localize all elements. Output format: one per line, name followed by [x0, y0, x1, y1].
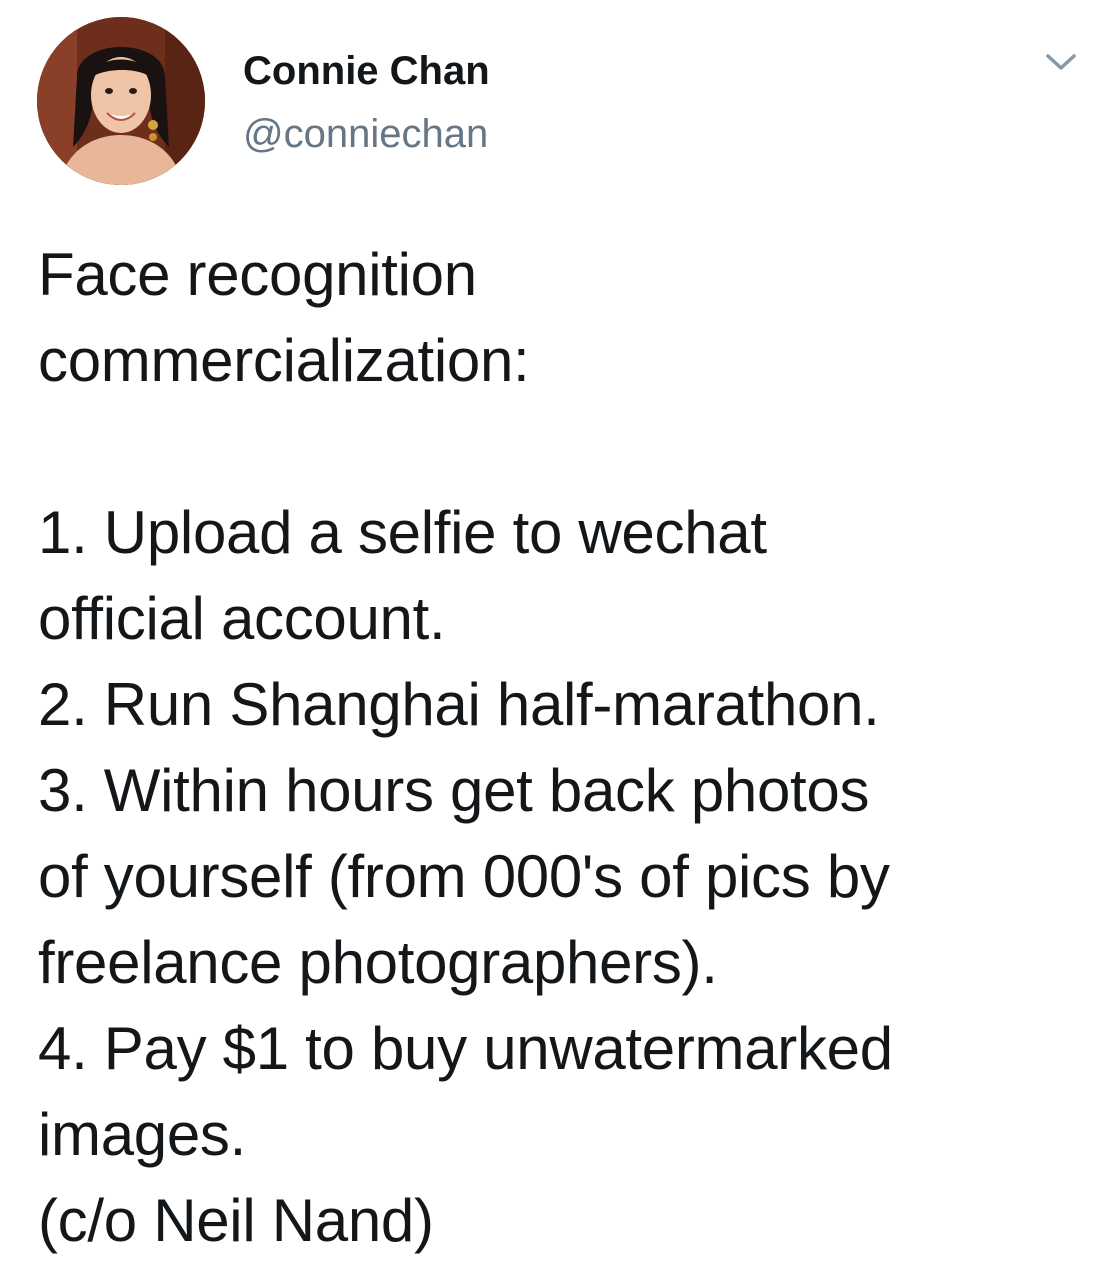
tweet-line: 1. Upload a selfie to wechat: [38, 499, 767, 566]
tweet-line: Face recognition: [38, 241, 477, 308]
profile-photo-icon: [37, 17, 205, 185]
tweet-text: Face recognition commercialization: 1. U…: [38, 232, 1098, 1264]
tweet-line: freelance photographers).: [38, 929, 718, 996]
tweet-card: Connie Chan @conniechan Face recognition…: [0, 0, 1119, 1280]
tweet-line: 4. Pay $1 to buy unwatermarked: [38, 1015, 893, 1082]
tweet-line: official account.: [38, 585, 446, 652]
tweet-line: images.: [38, 1101, 246, 1168]
tweet-line: commercialization:: [38, 327, 530, 394]
avatar[interactable]: [37, 17, 205, 185]
tweet-line: (c/o Neil Nand): [38, 1187, 434, 1254]
chevron-down-icon[interactable]: [1038, 42, 1084, 82]
tweet-line: 3. Within hours get back photos: [38, 757, 870, 824]
author-handle[interactable]: @conniechan: [243, 109, 488, 159]
tweet-header: Connie Chan @conniechan: [0, 0, 1119, 200]
tweet-line: 2. Run Shanghai half-marathon.: [38, 671, 880, 738]
tweet-line: of yourself (from 000's of pics by: [38, 843, 890, 910]
author-display-name[interactable]: Connie Chan: [243, 46, 490, 96]
